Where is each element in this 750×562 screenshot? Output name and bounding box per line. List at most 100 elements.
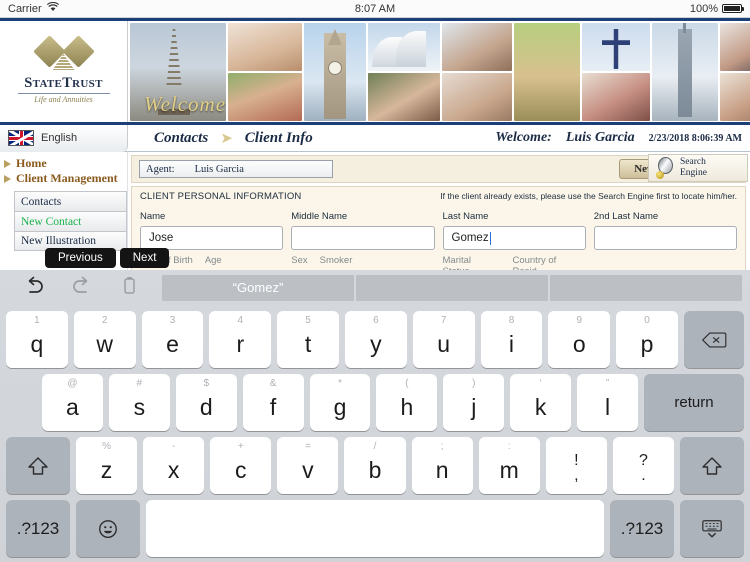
- key-alt-label: 8: [508, 315, 515, 326]
- form-labels-row-2: Date of BirthAge SexSmoker Marital Statu…: [140, 255, 737, 270]
- on-screen-keyboard: “Gomez” 1q 2w 3e 4r 5t 6y 7u 8i 9o 0p @ a…: [0, 270, 750, 562]
- key-alt-label: 1: [34, 315, 40, 326]
- agent-field[interactable]: Agent: Luis Garcia: [139, 160, 333, 178]
- key-s[interactable]: # s: [108, 374, 170, 431]
- logo-wordmark: STATETRUST: [24, 75, 103, 91]
- sidebar-item-contacts[interactable]: Contacts: [14, 191, 127, 211]
- return-key[interactable]: return: [644, 374, 745, 431]
- emoji-key-icon[interactable]: [76, 500, 140, 557]
- key-label: p: [640, 331, 654, 357]
- key-r[interactable]: 4r: [209, 311, 272, 368]
- key-x[interactable]: -x: [143, 437, 205, 494]
- language-selector[interactable]: English: [0, 124, 128, 152]
- sidebar-item-client-management[interactable]: Client Management: [4, 171, 127, 186]
- key-exclamation-comma[interactable]: !,: [545, 437, 607, 494]
- key-label: r: [236, 331, 245, 357]
- paste-icon[interactable]: [117, 275, 143, 301]
- key-i[interactable]: 8i: [480, 311, 543, 368]
- client-personal-information-form: CLIENT PERSONAL INFORMATION If the clien…: [131, 186, 746, 270]
- numbers-key-right[interactable]: .?123: [610, 500, 674, 557]
- label-marital-status: Marital Status: [442, 255, 472, 270]
- statetrust-logo[interactable]: STATETRUST Life and Annuities: [0, 21, 128, 122]
- name-input[interactable]: Jose: [140, 226, 284, 250]
- key-k[interactable]: ‘k: [510, 374, 572, 431]
- key-label: q: [30, 331, 44, 357]
- triangle-bullet-icon: [4, 159, 11, 168]
- key-p[interactable]: 0p: [616, 311, 678, 368]
- chevron-right-icon: ➤: [220, 130, 233, 147]
- key-b[interactable]: / b: [344, 437, 406, 494]
- key-e[interactable]: 3e: [141, 311, 204, 368]
- key-h[interactable]: (h: [376, 374, 438, 431]
- key-alt-label: (: [405, 378, 409, 389]
- key-question-period[interactable]: ?.: [612, 437, 674, 494]
- key-alt-label: ?: [638, 452, 648, 469]
- agent-value: Luis Garcia: [194, 163, 244, 175]
- last-name-input[interactable]: Gomez: [442, 226, 586, 250]
- site-header: STATETRUST Life and Annuities Welcome: [0, 21, 750, 125]
- banner-photo-petronas: [652, 23, 718, 121]
- shift-key-icon[interactable]: [679, 437, 744, 494]
- shift-key-icon[interactable]: [6, 437, 70, 494]
- key-y[interactable]: 6y: [344, 311, 407, 368]
- suggestion-1[interactable]: “Gomez”: [162, 274, 354, 301]
- sidebar-item-label: Home: [16, 156, 47, 170]
- key-n[interactable]: ; n: [411, 437, 473, 494]
- key-alt-label: :: [507, 441, 511, 452]
- key-a[interactable]: @ a: [42, 374, 103, 431]
- search-engine-button[interactable]: Search Engine: [648, 154, 748, 182]
- key-alt-label: $: [203, 378, 209, 389]
- key-t[interactable]: 5t: [277, 311, 339, 368]
- key-alt-label: 9: [576, 315, 583, 326]
- key-alt-label: ”: [605, 378, 610, 389]
- delete-key-icon[interactable]: [683, 311, 744, 368]
- label-last-name: Last Name: [442, 211, 489, 222]
- key-w[interactable]: 2w: [73, 311, 136, 368]
- banner-photo-bigben: [304, 23, 366, 121]
- undo-icon[interactable]: [21, 275, 47, 301]
- suggestion-3[interactable]: [550, 274, 742, 301]
- key-alt-label: ;: [440, 441, 444, 452]
- status-bar-time: 8:07 AM: [354, 2, 396, 15]
- key-f[interactable]: & f: [242, 374, 304, 431]
- key-o[interactable]: 9o: [548, 311, 611, 368]
- banner-column: Welcome: [130, 23, 226, 121]
- suggestion-2[interactable]: [356, 274, 548, 301]
- redo-icon[interactable]: [69, 275, 95, 301]
- keyboard-accessory-buttons: Previous Next: [45, 248, 170, 268]
- key-z[interactable]: % z: [76, 437, 138, 494]
- key-g[interactable]: * g: [309, 374, 371, 431]
- key-alt-label: %: [102, 441, 111, 452]
- key-alt-label: 2: [101, 315, 108, 326]
- numbers-key-left[interactable]: .?123: [6, 500, 70, 557]
- middle-name-input[interactable]: [291, 226, 435, 250]
- triangle-bullet-icon: [4, 174, 11, 183]
- banner-photo-couple-child: [368, 73, 440, 121]
- breadcrumb-contacts[interactable]: Contacts: [154, 130, 208, 147]
- key-alt-label: &: [269, 378, 277, 389]
- space-key[interactable]: [146, 500, 604, 557]
- key-d[interactable]: $ d: [175, 374, 237, 431]
- key-label: l: [605, 394, 611, 420]
- second-last-name-input[interactable]: [593, 226, 737, 250]
- key-m[interactable]: :m: [478, 437, 540, 494]
- sidebar-item-home[interactable]: Home: [4, 156, 127, 171]
- key-q[interactable]: 1q: [6, 311, 68, 368]
- key-alt-label: @: [67, 378, 78, 389]
- key-u[interactable]: 7u: [412, 311, 475, 368]
- magnifier-icon: [655, 157, 677, 179]
- key-label: i: [508, 331, 515, 357]
- main-content: Agent: Luis Garcia New Contact SearchEng…: [128, 152, 750, 270]
- keyboard-row-2: @ a # s $ d & f * g (h ) j ‘k ” l return: [3, 374, 747, 431]
- banner-photo-mother-child: [228, 23, 302, 71]
- session-timestamp: 2/23/2018 8:06:39 AM: [648, 132, 742, 144]
- key-c[interactable]: + c: [210, 437, 272, 494]
- next-button[interactable]: Next: [119, 248, 170, 268]
- key-j[interactable]: ) j: [443, 374, 505, 431]
- label-name: Name: [140, 211, 166, 222]
- hide-keyboard-icon[interactable]: [680, 500, 744, 557]
- key-v[interactable]: = v: [277, 437, 339, 494]
- key-l[interactable]: ” l: [577, 374, 639, 431]
- previous-button[interactable]: Previous: [45, 248, 116, 268]
- sidebar-item-new-contact[interactable]: New Contact: [14, 211, 127, 231]
